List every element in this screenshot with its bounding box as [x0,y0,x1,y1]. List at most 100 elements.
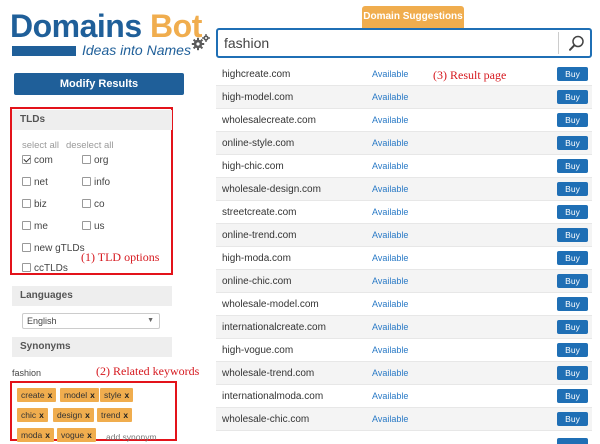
domain-name[interactable]: wholesale-design.com [222,178,321,201]
result-row: online-trend.com Available Buy [216,224,592,247]
tld-option-us[interactable]: us [82,220,105,233]
result-row: high-chic.com Available Buy [216,155,592,178]
remove-keyword-button[interactable]: x [85,410,90,420]
keyword-tag[interactable]: create x [17,388,57,402]
buy-button[interactable]: Buy [557,343,588,357]
keyword-tag[interactable]: style x [100,388,134,402]
domain-name[interactable]: internationalcreate.com [222,316,326,339]
buy-button[interactable]: Buy [557,366,588,380]
buy-button[interactable]: Buy [557,136,588,150]
buy-button[interactable]: Buy [557,389,588,403]
select-all-link[interactable]: select all [22,140,59,151]
availability-status: Available [372,230,409,240]
remove-keyword-button[interactable]: x [48,390,53,400]
tld-option-info[interactable]: info [82,176,110,189]
domain-name[interactable]: wholesale-chic.com [222,408,309,431]
buy-button[interactable]: Buy [557,412,588,426]
language-select[interactable]: English ▼ [22,313,160,329]
availability-status: Available [372,368,409,378]
tld-label: com [34,155,53,166]
buy-button[interactable]: Buy [557,182,588,196]
tld-checkbox-biz[interactable] [22,198,31,208]
tld-checkbox-cctlds[interactable] [22,262,31,272]
keyword-tag[interactable]: design x [53,408,94,422]
domain-name[interactable]: high-chic.com [222,155,284,178]
domain-name[interactable]: streetcreate.com [222,201,296,224]
domain-name[interactable]: internationalmoda.com [222,385,323,408]
buy-button[interactable]: Buy [557,205,588,219]
tld-checkbox-new-gtlds[interactable] [22,242,31,252]
domain-name[interactable]: online-chic.com [222,270,291,293]
domain-name[interactable]: high-moda.com [222,247,291,270]
domain-name[interactable]: online-trend.com [222,224,296,247]
tld-checkbox-co[interactable] [82,198,91,208]
domainsbot-logo[interactable]: Domains Bot Ideas into Names [10,8,202,64]
keyword-tag[interactable]: trend x [97,408,133,422]
remove-keyword-button[interactable]: x [45,430,50,440]
tab-domain-suggestions[interactable]: Domain Suggestions [362,6,464,28]
search-icon[interactable] [568,34,586,52]
buy-button[interactable]: Buy [557,228,588,242]
domain-name[interactable]: online-style.com [222,132,294,155]
keyword-tag[interactable]: vogue x [57,428,96,442]
chevron-down-icon: ▼ [147,317,154,324]
tld-checkbox-com[interactable] [22,154,31,164]
modify-results-button[interactable]: Modify Results [14,73,184,95]
tld-option-new-gtlds[interactable]: new gTLDs [22,242,85,255]
tld-checkbox-info[interactable] [82,176,91,186]
buy-button[interactable]: Buy [557,251,588,265]
tld-checkbox-org[interactable] [82,154,91,164]
deselect-all-link[interactable]: deselect all [66,140,114,151]
remove-keyword-button[interactable]: x [123,410,128,420]
tld-label: me [34,221,48,232]
tld-checkbox-me[interactable] [22,220,31,230]
tld-option-net[interactable]: net [22,176,48,189]
keyword-tag[interactable]: moda x [17,428,54,442]
tld-label: ccTLDs [34,263,68,274]
domain-name[interactable]: wholesalecreate.com [222,109,316,132]
domain-name[interactable]: high-vogue.com [222,339,293,362]
buy-button-partial[interactable] [557,438,588,444]
tld-option-org[interactable]: org [82,154,109,167]
availability-status: Available [372,391,409,401]
result-row: high-vogue.com Available Buy [216,339,592,362]
buy-button[interactable]: Buy [557,113,588,127]
remove-keyword-button[interactable]: x [39,410,44,420]
search-input[interactable] [224,33,544,53]
tld-option-biz[interactable]: biz [22,198,47,211]
gears-icon[interactable] [191,33,211,51]
tld-label: co [94,199,105,210]
buy-button[interactable]: Buy [557,90,588,104]
keyword-tag[interactable]: model x [60,388,99,402]
buy-button[interactable]: Buy [557,159,588,173]
availability-status: Available [372,253,409,263]
keyword-tag[interactable]: chic x [17,408,48,422]
remove-keyword-button[interactable]: x [87,430,92,440]
search-box [216,28,592,58]
tld-option-me[interactable]: me [22,220,48,233]
result-row: online-chic.com Available Buy [216,270,592,293]
tld-option-com[interactable]: com [22,154,53,167]
tld-label: org [94,155,109,166]
tld-checkbox-us[interactable] [82,220,91,230]
remove-keyword-button[interactable]: x [90,390,95,400]
result-row: highcreate.com Available Buy [216,63,592,86]
tld-option-cctlds[interactable]: ccTLDs [22,262,68,275]
domain-name[interactable]: wholesale-trend.com [222,362,314,385]
availability-status: Available [372,92,409,102]
synonyms-header: Synonyms [12,337,172,357]
remove-keyword-button[interactable]: x [124,390,129,400]
tld-option-co[interactable]: co [82,198,105,211]
buy-button[interactable]: Buy [557,320,588,334]
keyword-label: style [104,390,122,400]
buy-button[interactable]: Buy [557,67,588,81]
availability-status: Available [372,322,409,332]
domain-name[interactable]: wholesale-model.com [222,293,319,316]
buy-button[interactable]: Buy [557,297,588,311]
domain-name[interactable]: highcreate.com [222,63,290,86]
result-row: wholesale-trend.com Available Buy [216,362,592,385]
tld-checkbox-net[interactable] [22,176,31,186]
add-synonym-link[interactable]: add synonym [106,432,157,442]
domain-name[interactable]: high-model.com [222,86,293,109]
buy-button[interactable]: Buy [557,274,588,288]
